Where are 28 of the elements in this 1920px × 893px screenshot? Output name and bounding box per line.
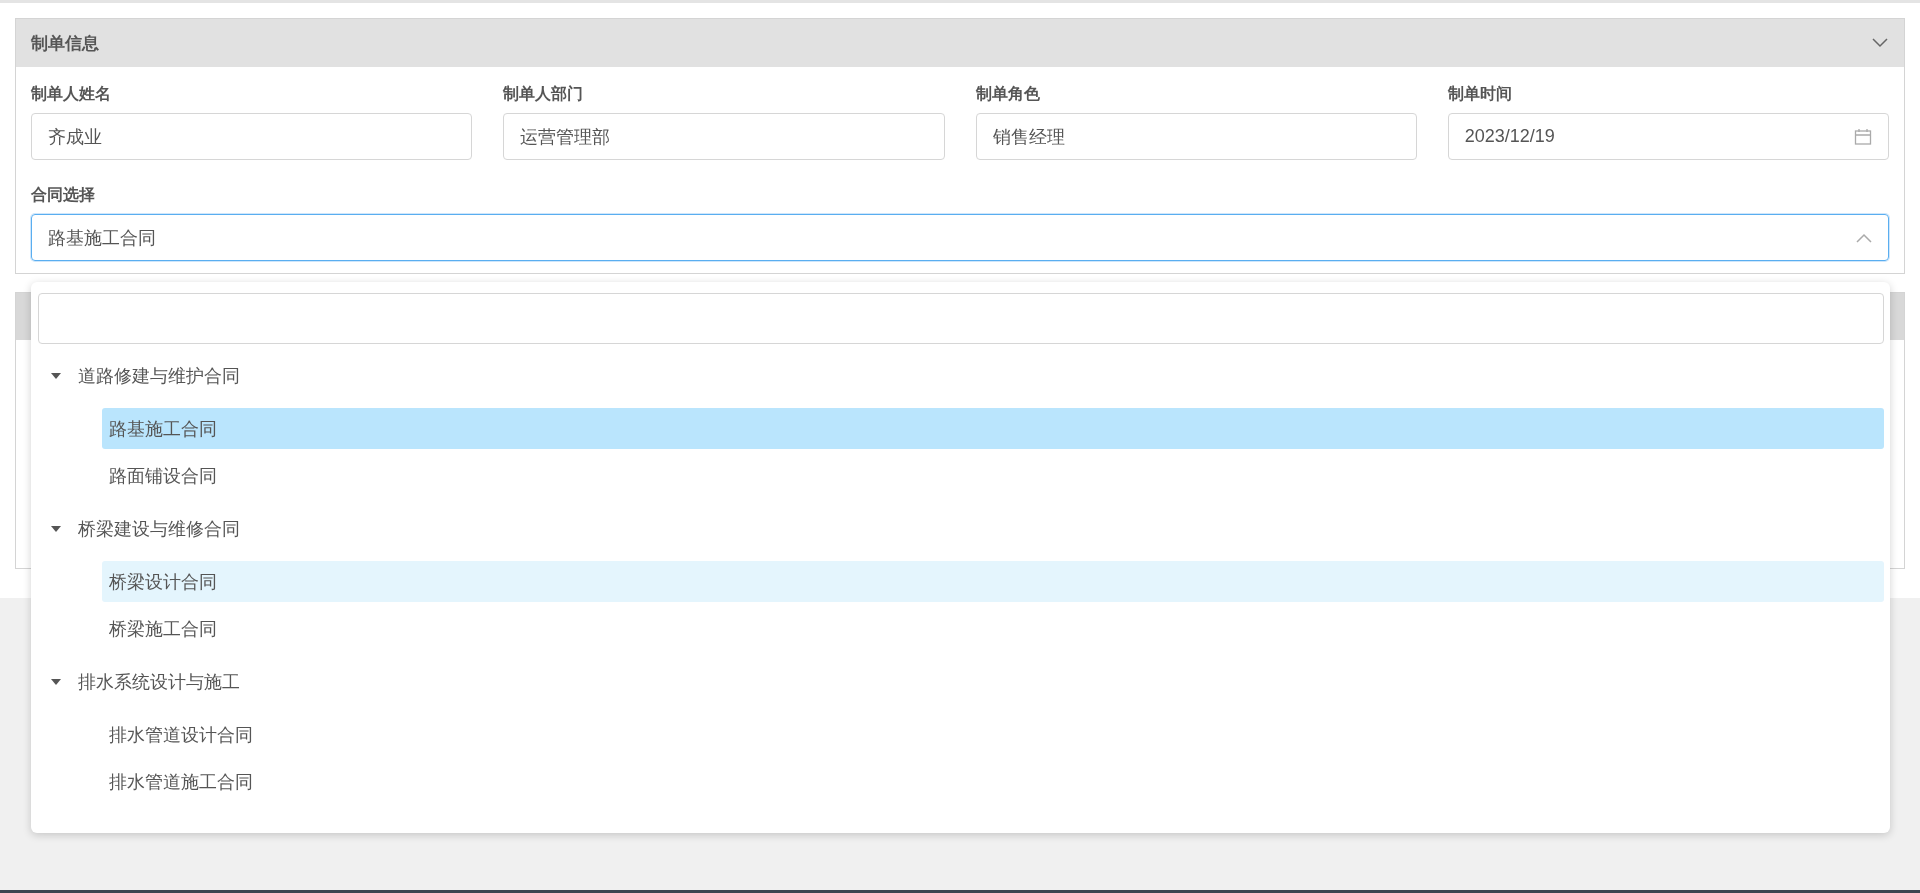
panel-header[interactable]: 制单信息 [16, 19, 1904, 67]
panel-title: 制单信息 [31, 32, 99, 55]
field-label: 制单角色 [975, 84, 1040, 104]
input-field[interactable]: 齐成业 [31, 113, 473, 160]
tree-item[interactable]: 桥梁施工合同 [102, 608, 1884, 649]
tree-group[interactable]: 桥梁建设与维修合同 [78, 516, 240, 541]
input-field[interactable]: 运营管理部 [503, 113, 945, 160]
expand-icon[interactable] [50, 524, 62, 533]
select-field[interactable]: 路基施工合同 [31, 214, 1889, 261]
tree-item[interactable]: 桥梁设计合同 [102, 561, 1884, 602]
expand-icon[interactable] [50, 371, 62, 380]
field-label: 合同选择 [31, 185, 95, 205]
tree-item[interactable]: 排水管道设计合同 [102, 714, 1884, 755]
tree-group[interactable]: 排水系统设计与施工 [78, 669, 240, 694]
search-field[interactable] [38, 293, 1884, 344]
date-field[interactable]: 2023/12/19 [1447, 113, 1889, 160]
tree-item[interactable]: 路面铺设合同 [102, 455, 1884, 496]
calendar-icon [1854, 127, 1872, 146]
caret-icon [1856, 232, 1872, 243]
tree-group[interactable]: 道路修建与维护合同 [78, 363, 240, 388]
field-label: 制单人部门 [503, 84, 584, 104]
expand-icon[interactable] [50, 677, 62, 686]
field-label: 制单时间 [1447, 84, 1512, 104]
field-label: 制单人姓名 [31, 84, 111, 104]
input-field[interactable]: 销售经理 [975, 113, 1417, 160]
tree-item[interactable]: 排水管道施工合同 [102, 761, 1884, 802]
tree-item[interactable]: 路基施工合同 [102, 408, 1884, 449]
chevron-icon [1872, 38, 1888, 48]
